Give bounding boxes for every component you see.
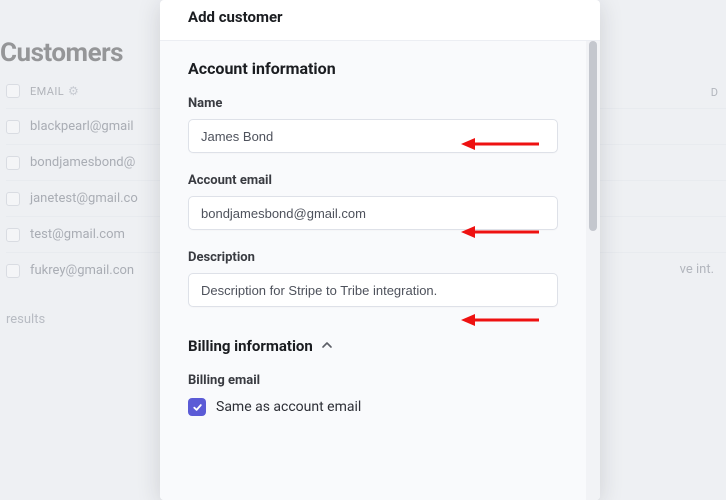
modal-title: Add customer — [160, 0, 600, 41]
scrollbar-thumb[interactable] — [589, 41, 597, 231]
description-label: Description — [188, 250, 558, 265]
account-email-input[interactable] — [188, 196, 558, 230]
name-label: Name — [188, 96, 558, 111]
billing-title-text: Billing information — [188, 337, 313, 355]
section-title-billing[interactable]: Billing information — [188, 337, 558, 355]
description-input[interactable] — [188, 273, 558, 307]
row-email: test@gmail.com — [30, 227, 125, 242]
row-checkbox[interactable] — [6, 228, 20, 242]
add-customer-modal: Add customer Account information Name Ac… — [160, 0, 600, 500]
column-header-email: EMAIL — [30, 85, 64, 98]
row-email: fukrey@gmail.con — [30, 263, 134, 278]
section-title-account: Account information — [188, 59, 558, 78]
row-checkbox[interactable] — [6, 156, 20, 170]
modal-scrollbar[interactable] — [586, 41, 600, 500]
account-email-label: Account email — [188, 173, 558, 188]
select-all-checkbox[interactable] — [6, 84, 20, 98]
row-email: janetest@gmail.co — [30, 191, 138, 206]
column-header-truncated: D — [711, 86, 718, 99]
same-as-account-checkbox[interactable] — [188, 398, 206, 416]
row-checkbox[interactable] — [6, 264, 20, 278]
row-checkbox[interactable] — [6, 192, 20, 206]
truncated-text: ve int. — [680, 262, 714, 277]
row-email: bondjamesbond@ — [30, 155, 135, 170]
same-as-account-label: Same as account email — [216, 399, 361, 415]
name-input[interactable] — [188, 119, 558, 153]
page-title: Customers — [0, 38, 123, 68]
gear-icon[interactable]: ⚙ — [68, 84, 79, 98]
chevron-up-icon — [321, 337, 333, 355]
billing-email-label: Billing email — [188, 373, 558, 388]
row-checkbox[interactable] — [6, 120, 20, 134]
results-text: results — [6, 312, 45, 327]
row-email: blackpearl@gmail — [30, 119, 134, 134]
